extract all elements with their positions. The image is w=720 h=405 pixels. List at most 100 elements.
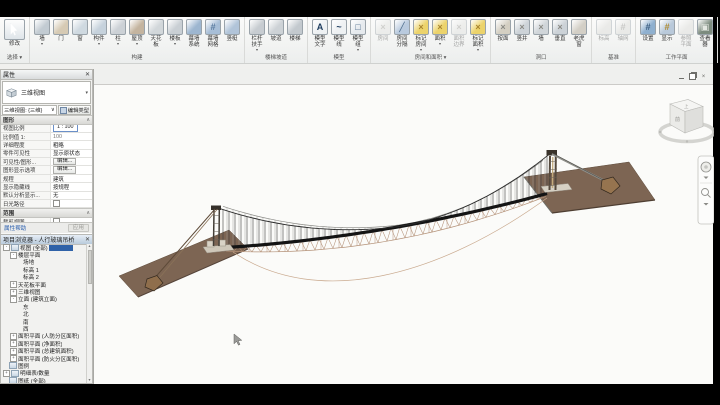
property-value[interactable]: 编辑...: [51, 158, 92, 165]
tree-item[interactable]: 图纸 (全部): [1, 377, 87, 383]
expand-icon[interactable]: +: [10, 281, 17, 288]
tag-room-button[interactable]: ×标记 房间▾: [412, 19, 430, 52]
type-selector[interactable]: 三维视图 ▾: [2, 81, 91, 104]
tree-item[interactable]: -立面 (建筑立面): [1, 296, 87, 303]
shaft-button[interactable]: ×竖井: [513, 19, 531, 42]
roof-button[interactable]: 屋顶▾: [128, 19, 146, 46]
room-separator-button[interactable]: ╱房间 分隔: [393, 19, 411, 48]
tree-item[interactable]: 南: [1, 318, 87, 325]
roof-dropdown-icon[interactable]: ▾: [136, 42, 138, 46]
viewcube-right-face[interactable]: [685, 107, 703, 134]
railing-button[interactable]: 栏杆扶手▾: [248, 19, 266, 52]
set-work-plane-button[interactable]: #设置: [639, 19, 657, 42]
area-boundary-icon: ×: [451, 19, 467, 35]
column-icon: [110, 19, 126, 35]
model-group-button[interactable]: □模型 组▾: [349, 19, 367, 52]
grid-icon: #: [615, 19, 631, 35]
tree-item[interactable]: +天花板平面: [1, 281, 87, 288]
grid-label: 轴网: [617, 36, 628, 42]
checkbox[interactable]: [53, 200, 60, 207]
show-work-plane-label: 显示: [661, 36, 672, 42]
collapse-icon[interactable]: -: [10, 296, 17, 303]
property-value[interactable]: 建筑: [51, 175, 92, 182]
project-browser-panel: 项目浏览器 - 人行玻璃吊桥 ✕ -视图 (全部)-楼层平面场地标高 1标高 2…: [0, 234, 93, 384]
project-browser-close-icon[interactable]: ✕: [85, 237, 90, 243]
vertical-opening-button[interactable]: ×垂直: [551, 19, 569, 42]
collapse-icon[interactable]: -: [3, 244, 10, 251]
tree-item[interactable]: 东: [1, 303, 87, 310]
mullion-button[interactable]: 竖梃: [223, 19, 241, 42]
tree-item[interactable]: +面积平面 (防火分区面积): [1, 355, 87, 362]
tag-area-button[interactable]: ×标记 面积▾: [469, 19, 487, 52]
column-button[interactable]: 柱▾: [109, 19, 127, 46]
ribbon-group-label-opening: 洞口: [494, 52, 588, 63]
property-value[interactable]: 粗略: [51, 141, 92, 148]
expand-icon[interactable]: +: [10, 355, 17, 362]
show-work-plane-button[interactable]: #显示: [658, 19, 676, 42]
curtain-grid-button[interactable]: #幕墙 网格: [204, 19, 222, 48]
floor-button[interactable]: 楼板▾: [166, 19, 184, 46]
properties-help-link[interactable]: 属性帮助: [4, 224, 26, 232]
expand-icon[interactable]: +: [10, 348, 17, 355]
instance-combobox[interactable]: 三维视图: {三维} ∨: [2, 105, 57, 115]
wall-opening-button[interactable]: ×墙: [532, 19, 550, 42]
property-value[interactable]: 1 : 100: [51, 125, 92, 132]
door-button[interactable]: 门: [52, 19, 70, 42]
dormer-button[interactable]: 老虎窗: [570, 19, 588, 48]
by-face-button[interactable]: ×按面: [494, 19, 512, 42]
expand-icon[interactable]: +: [10, 289, 17, 296]
model-line-button[interactable]: ~模型 线: [330, 19, 348, 48]
type-dropdown-icon[interactable]: ▾: [85, 90, 88, 96]
select-group-label[interactable]: 选择 ▾: [3, 52, 26, 63]
curtain-system-button[interactable]: 幕墙 系统: [185, 19, 203, 48]
tree-item[interactable]: -楼层平面: [1, 251, 87, 258]
component-dropdown-icon[interactable]: ▾: [98, 42, 100, 46]
floor-dropdown-icon[interactable]: ▾: [174, 42, 176, 46]
ramp-button[interactable]: 坡道: [267, 19, 285, 42]
modify-button[interactable]: 修改: [3, 19, 26, 47]
model-text-button[interactable]: A模型 文字: [311, 19, 329, 48]
scroll-thumb[interactable]: [88, 250, 92, 284]
viewer-button[interactable]: ▣查看器: [696, 19, 714, 48]
column-dropdown-icon[interactable]: ▾: [117, 42, 119, 46]
properties-close-icon[interactable]: ✕: [85, 72, 90, 78]
expand-icon[interactable]: +: [3, 370, 10, 377]
tree-item[interactable]: 标高 1: [1, 266, 87, 273]
area-dropdown-icon[interactable]: ▾: [439, 42, 441, 46]
view-minimize-icon[interactable]: [678, 73, 685, 80]
section-header[interactable]: 图形∧: [1, 115, 92, 125]
tree-item[interactable]: 北: [1, 311, 87, 318]
property-value[interactable]: 100: [51, 133, 92, 140]
edit-type-button[interactable]: 编辑类型: [58, 105, 91, 115]
component-button[interactable]: 构件▾: [90, 19, 108, 46]
property-value[interactable]: 无: [51, 192, 92, 199]
drawing-area[interactable]: × 前上: [93, 69, 713, 384]
collapse-icon[interactable]: -: [10, 252, 17, 259]
ribbon-group-label-room-area[interactable]: 房间和面积 ▾: [374, 52, 487, 63]
expand-icon[interactable]: +: [10, 333, 17, 340]
property-value[interactable]: 编辑...: [51, 166, 92, 173]
view-close-icon[interactable]: ×: [700, 73, 707, 80]
scroll-down-icon[interactable]: ▼: [87, 378, 92, 383]
scroll-up-icon[interactable]: ▲: [87, 244, 92, 249]
model-canvas[interactable]: 前上: [94, 84, 713, 384]
section-header[interactable]: 范围∧: [1, 208, 92, 218]
ceiling-button[interactable]: 天花板: [147, 19, 165, 48]
wall-button[interactable]: 墙▾: [33, 19, 51, 46]
set-work-plane-label: 设置: [642, 36, 653, 42]
property-label: 详细程度: [1, 141, 51, 148]
wall-dropdown-icon[interactable]: ▾: [41, 42, 43, 46]
area-button[interactable]: ×面积▾: [431, 19, 449, 46]
view-restore-icon[interactable]: [689, 73, 696, 80]
tree-item[interactable]: -视图 (全部): [1, 244, 87, 251]
property-value[interactable]: [51, 200, 92, 207]
browser-scrollbar[interactable]: ▲ ▼: [86, 244, 92, 383]
tree-item[interactable]: 场地: [1, 259, 87, 266]
window-button[interactable]: 窗: [71, 19, 89, 42]
property-value[interactable]: 按规程: [51, 183, 92, 190]
room-icon: ×: [375, 19, 391, 35]
expand-icon[interactable]: +: [10, 340, 17, 347]
property-value[interactable]: 显示原状态: [51, 150, 92, 157]
apply-button[interactable]: 应用: [68, 224, 89, 233]
stair-button[interactable]: 楼梯: [286, 19, 304, 42]
